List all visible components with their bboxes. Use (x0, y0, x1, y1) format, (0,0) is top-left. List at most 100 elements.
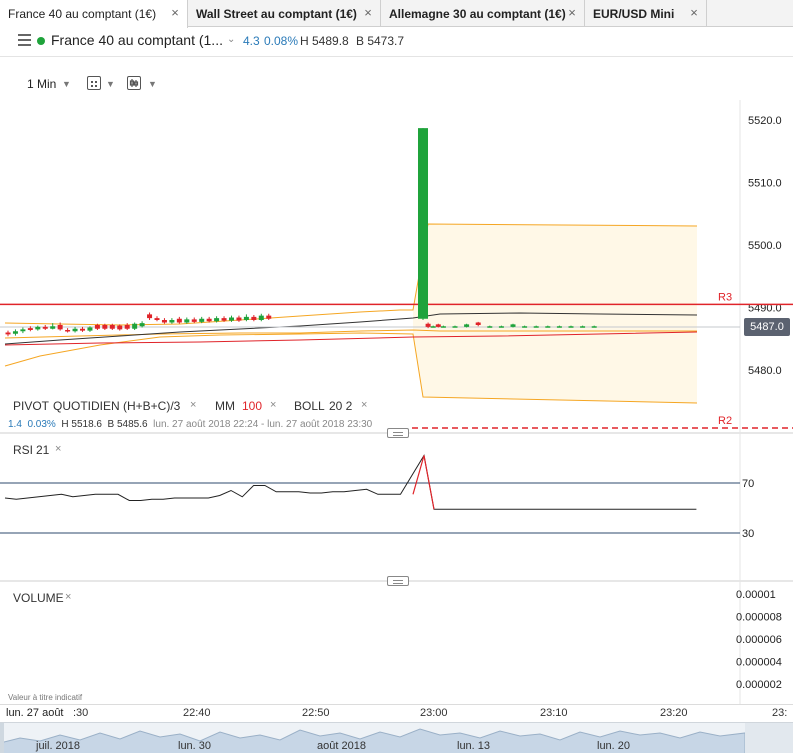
time-tick: 23:00 (420, 707, 448, 719)
candle-body (568, 326, 574, 328)
time-tick: 22:50 (302, 707, 330, 719)
navigator-label: lun. 30 (178, 740, 212, 752)
candle-body (533, 326, 539, 328)
current-price-badge: 5487.0 (744, 318, 790, 336)
candle-body (206, 318, 212, 322)
close-icon[interactable]: × (65, 591, 71, 603)
candle-body (109, 325, 115, 329)
candle-body (435, 324, 441, 327)
info-high: H 5518.6 (61, 419, 102, 430)
candle-body (591, 326, 597, 328)
rsi-line (4, 454, 697, 510)
candle-body (132, 323, 138, 329)
info-change-pct: 0.03% (27, 419, 56, 430)
boll-study-params: 20 2 (329, 399, 353, 413)
candle-body (94, 325, 100, 329)
candle-body (102, 325, 108, 329)
navigator-label: lun. 20 (597, 740, 631, 752)
candle-body (464, 324, 470, 327)
candle-body (65, 330, 71, 332)
info-line: 1.4 0.03% H 5518.6 B 5485.6 lun. 27 août… (8, 419, 372, 430)
date-label: lun. 27 août (6, 707, 67, 719)
candle-body (430, 326, 436, 328)
candle-body (440, 326, 446, 328)
volume-tick-label: 0.000006 (736, 634, 782, 646)
pivot-study-label[interactable]: PIVOT (13, 399, 49, 413)
time-tick: 22:40 (183, 707, 211, 719)
volume-tick-label: 0.000008 (736, 612, 782, 624)
candle-body (72, 328, 78, 332)
rsi-overbought-segment (412, 455, 435, 510)
candle-body (522, 326, 528, 328)
candle-body (425, 323, 431, 327)
candle-body (418, 128, 428, 319)
candle-body (452, 326, 458, 328)
candle-body (221, 318, 227, 321)
candle-body (556, 326, 562, 328)
candle-body (229, 317, 234, 321)
candle-body (251, 316, 257, 320)
price-tick-label: 5480.0 (748, 365, 782, 377)
pivot-r3-label: R3 (718, 291, 732, 303)
candle-body (199, 318, 205, 322)
time-tick: :30 (73, 707, 89, 719)
time-tick: 23:10 (540, 707, 568, 719)
candle-body (139, 323, 145, 327)
time-tick: 23: (772, 707, 788, 719)
price-tick-label: 5500.0 (748, 240, 782, 252)
candle-body (80, 328, 85, 331)
volume-tick-label: 0.000002 (736, 679, 782, 691)
candle-body (20, 329, 26, 332)
pivot-r2-label: R2 (718, 415, 732, 427)
candle-body (5, 332, 11, 335)
close-icon[interactable]: × (190, 399, 196, 411)
candle-body (169, 320, 175, 323)
candle-body (176, 318, 182, 323)
price-chart[interactable]: 5520.05510.05500.05490.05480.0R3R270300.… (0, 0, 793, 722)
price-tick-label: 5520.0 (748, 115, 782, 127)
candle-body (184, 319, 190, 323)
candle-body (154, 318, 160, 320)
boll-study-label[interactable]: BOLL (294, 399, 325, 413)
candle-body (12, 331, 18, 334)
candle-body (545, 326, 551, 328)
price-tick-label: 5510.0 (748, 178, 782, 190)
mm-study-value: 100 (242, 399, 263, 413)
candle-body (510, 324, 516, 327)
volume-tick-label: 0.00001 (736, 589, 776, 601)
candle-body (243, 316, 249, 320)
navigator-label: lun. 13 (457, 740, 491, 752)
mm-study-label[interactable]: MM (215, 399, 235, 413)
candle-body (50, 326, 56, 329)
candle-body (161, 320, 167, 323)
candle-body (580, 326, 586, 328)
navigator-label: août 2018 (317, 740, 366, 752)
candle-body (258, 315, 264, 320)
pane-resize-handle[interactable] (387, 428, 409, 438)
close-icon[interactable]: × (55, 443, 61, 455)
close-icon[interactable]: × (361, 399, 367, 411)
candle-body (475, 322, 481, 325)
info-change: 1.4 (8, 419, 22, 430)
candle-body (57, 325, 63, 330)
candle-body (42, 326, 48, 329)
rsi-study-period: 21 (36, 443, 50, 457)
candle-body (498, 326, 504, 328)
pane-resize-handle[interactable] (387, 576, 409, 586)
candle-body (87, 327, 93, 331)
candle-body (27, 328, 33, 330)
candle-body (117, 325, 123, 330)
candle-body (124, 325, 130, 329)
rsi-level-label: 30 (742, 528, 754, 540)
rsi-study-label[interactable]: RSI (13, 443, 33, 457)
candle-body (35, 326, 41, 330)
candle-body (147, 314, 153, 319)
rsi-level-label: 70 (742, 478, 754, 490)
candle-body (214, 318, 220, 322)
volume-study-label[interactable]: VOLUME (13, 591, 64, 605)
close-icon[interactable]: × (270, 399, 276, 411)
pivot-study-params: QUOTIDIEN (H+B+C)/3 (53, 399, 181, 413)
navigator-label: juil. 2018 (36, 740, 81, 752)
candle-body (487, 326, 493, 328)
range-navigator[interactable] (0, 722, 793, 753)
